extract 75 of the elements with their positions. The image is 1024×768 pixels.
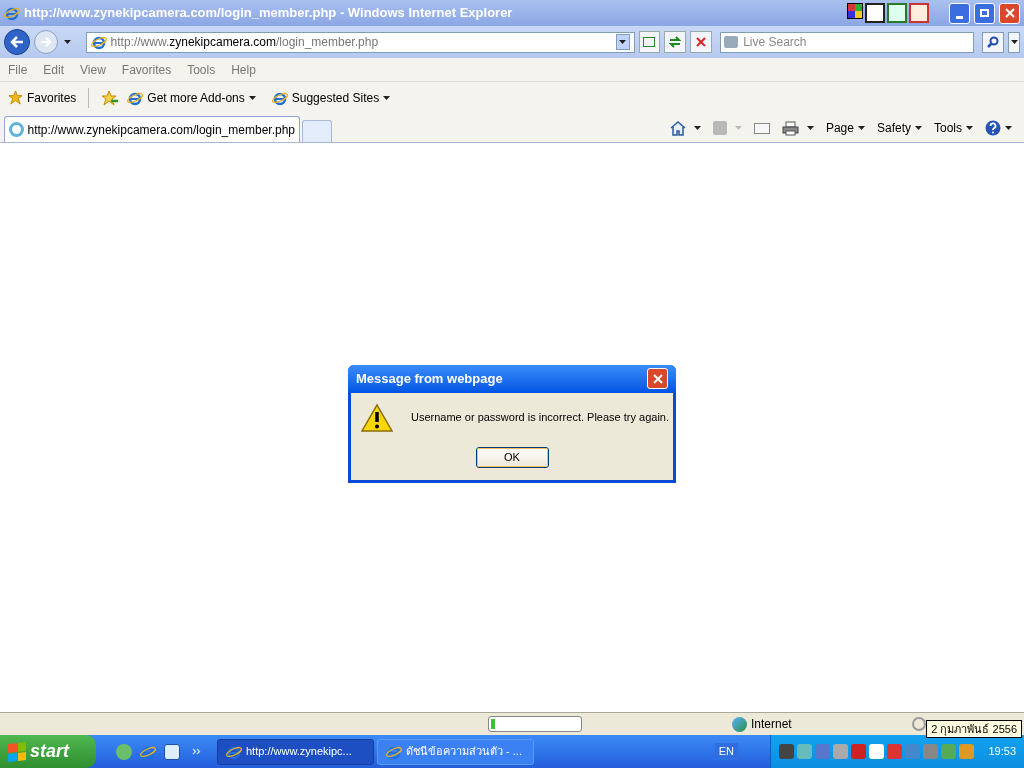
loading-icon <box>9 122 24 137</box>
windows-flag-icon <box>8 741 26 762</box>
mail-button[interactable] <box>753 122 770 134</box>
caret-icon <box>64 40 72 44</box>
feed-icon <box>712 121 727 135</box>
dialog-close-button[interactable] <box>647 368 668 389</box>
caret-icon <box>383 95 391 100</box>
taskbar-button[interactable]: ดัชนีข้อความส่วนตัว - ... <box>377 738 534 765</box>
dialog-title: Message from webpage <box>356 369 504 388</box>
help-button[interactable] <box>985 120 1012 136</box>
stop-icon <box>696 37 707 47</box>
zone-label: Internet <box>751 716 792 733</box>
caret-icon <box>915 126 922 130</box>
new-tab-button[interactable] <box>302 120 332 142</box>
search-icon <box>987 36 1000 48</box>
favorites-link[interactable]: Suggested Sites <box>271 88 391 107</box>
address-field[interactable]: http://www.zynekipcamera.com/login_member.php <box>85 31 635 53</box>
compatibility-button[interactable] <box>638 31 661 53</box>
command-menu[interactable]: Page <box>825 119 865 137</box>
caret-icon <box>693 126 701 130</box>
help-icon <box>985 120 1001 136</box>
dialog-message: Username or password is incorrect. Please try again. <box>411 410 669 426</box>
caret-icon <box>734 126 742 130</box>
caret-icon <box>248 95 256 100</box>
window-title: http://www.zynekipcamera.com/login_member.php - Windows Internet Explorer <box>24 4 513 23</box>
globe-icon <box>732 716 747 732</box>
close-icon <box>1004 8 1015 18</box>
print-button[interactable] <box>781 120 814 136</box>
home-button[interactable] <box>669 120 701 136</box>
history-dropdown[interactable] <box>61 40 74 44</box>
caret-icon <box>806 126 814 130</box>
search-button[interactable] <box>982 31 1005 53</box>
menu-item[interactable]: Tools <box>187 60 216 79</box>
menu-item[interactable]: View <box>80 60 106 79</box>
search-options-button[interactable] <box>1008 31 1021 53</box>
menu-item[interactable]: Edit <box>43 60 65 79</box>
stop-button[interactable] <box>690 31 713 53</box>
star-arrow-icon <box>101 89 120 106</box>
back-button[interactable] <box>4 29 30 55</box>
minimize-button[interactable] <box>949 2 970 24</box>
restore-button[interactable] <box>974 2 995 24</box>
ok-button[interactable]: OK <box>475 446 549 468</box>
close-icon <box>652 373 663 384</box>
menu-item[interactable]: Favorites <box>121 60 172 79</box>
caret-icon <box>857 126 865 130</box>
taskbar-button[interactable]: http://www.zynekipc... <box>217 738 374 765</box>
star-icon <box>8 90 23 105</box>
close-button[interactable] <box>999 2 1020 24</box>
command-menu[interactable]: Safety <box>876 119 922 137</box>
favorites-button[interactable]: Favorites <box>8 88 77 107</box>
warning-icon <box>361 402 393 433</box>
envelope-icon <box>753 122 770 134</box>
command-menu[interactable]: Tools <box>934 119 973 137</box>
caret-icon <box>1010 40 1018 44</box>
forward-arrow-icon <box>39 37 52 47</box>
refresh-button[interactable] <box>664 31 687 53</box>
favorites-link[interactable]: Get more Add-ons <box>127 88 256 107</box>
search-field[interactable]: Live Search <box>720 31 975 53</box>
browser-tab[interactable]: http://www.zynekipcamera.com/login_member.php <box>4 116 300 142</box>
feeds-button[interactable] <box>712 121 742 135</box>
caret-icon <box>1005 126 1012 130</box>
back-arrow-icon <box>9 36 24 48</box>
caret-icon <box>619 40 627 44</box>
app-launcher-icon[interactable] <box>164 743 180 760</box>
address-text: http://www.zynekipcamera.com/login_member.php <box>110 34 379 51</box>
language-indicator[interactable]: EN <box>714 743 738 760</box>
menu-item[interactable]: File <box>8 60 28 79</box>
home-icon <box>669 120 686 136</box>
refresh-arrows-icon <box>668 36 683 48</box>
chevron-icon[interactable] <box>192 748 201 755</box>
clock: 19:53 <box>988 744 1016 760</box>
menu-item[interactable]: Help <box>231 60 256 79</box>
add-to-favorites-button[interactable] <box>101 89 120 106</box>
printer-icon <box>781 120 799 136</box>
caret-icon <box>966 126 973 130</box>
